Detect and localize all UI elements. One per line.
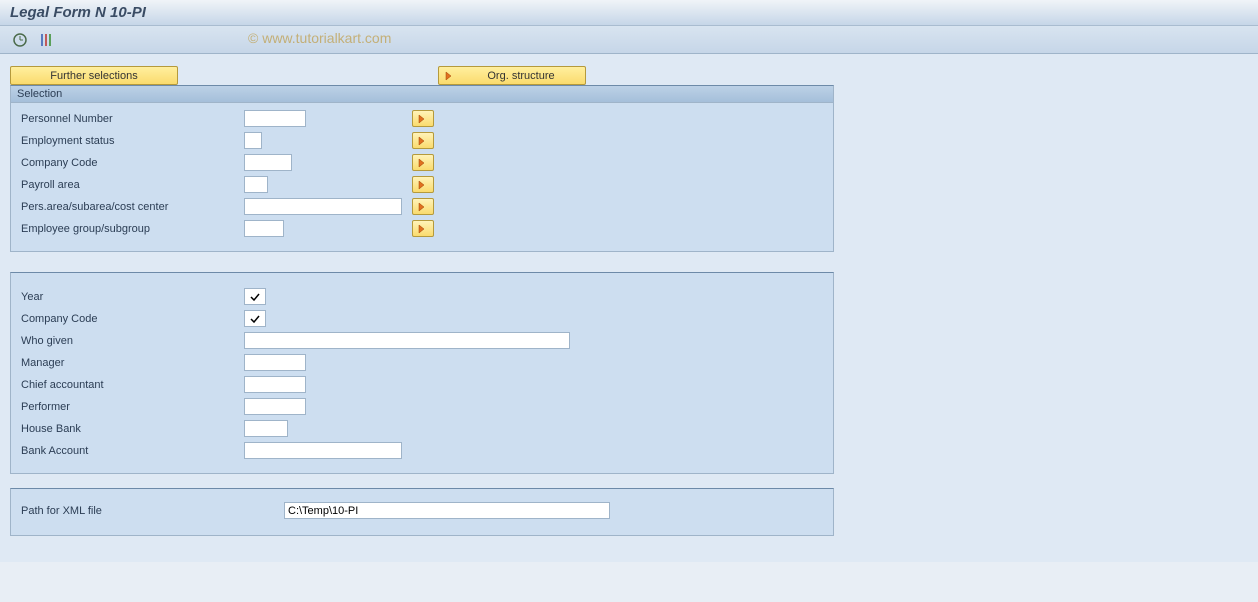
window-title-bar: Legal Form N 10-PI bbox=[0, 0, 1258, 26]
xml-path-row: Path for XML file bbox=[19, 501, 825, 520]
payroll-area-row: Payroll area bbox=[19, 175, 825, 194]
who-given-row: Who given bbox=[19, 331, 825, 350]
application-toolbar: © www.tutorialkart.com bbox=[0, 26, 1258, 54]
further-selections-label: Further selections bbox=[50, 70, 137, 82]
param-company-code-label: Company Code bbox=[19, 313, 244, 325]
employee-group-row: Employee group/subgroup bbox=[19, 219, 825, 238]
arrow-right-icon bbox=[418, 136, 428, 146]
pers-area-row: Pers.area/subarea/cost center bbox=[19, 197, 825, 216]
employee-group-label: Employee group/subgroup bbox=[19, 223, 244, 235]
house-bank-row: House Bank bbox=[19, 419, 825, 438]
manager-label: Manager bbox=[19, 357, 244, 369]
watermark-text: © www.tutorialkart.com bbox=[248, 30, 391, 46]
arrow-right-icon bbox=[418, 224, 428, 234]
payroll-area-label: Payroll area bbox=[19, 179, 244, 191]
xml-path-label: Path for XML file bbox=[19, 505, 284, 517]
company-code-multiselect[interactable] bbox=[412, 154, 434, 171]
pers-area-label: Pers.area/subarea/cost center bbox=[19, 201, 244, 213]
company-code-input[interactable] bbox=[244, 154, 292, 171]
xml-path-input[interactable] bbox=[284, 502, 610, 519]
bank-account-input[interactable] bbox=[244, 442, 402, 459]
year-row: Year bbox=[19, 287, 825, 306]
employment-status-label: Employment status bbox=[19, 135, 244, 147]
check-icon bbox=[250, 314, 260, 324]
performer-input[interactable] bbox=[244, 398, 306, 415]
performer-label: Performer bbox=[19, 401, 244, 413]
payroll-area-input[interactable] bbox=[244, 176, 268, 193]
param-company-code-checkbox[interactable] bbox=[244, 310, 266, 327]
personnel-number-label: Personnel Number bbox=[19, 113, 244, 125]
personnel-number-row: Personnel Number bbox=[19, 109, 825, 128]
company-code-row: Company Code bbox=[19, 153, 825, 172]
personnel-number-input[interactable] bbox=[244, 110, 306, 127]
arrow-right-icon bbox=[418, 180, 428, 190]
xml-group: Path for XML file bbox=[10, 488, 834, 536]
top-button-row: Further selections Org. structure bbox=[10, 66, 1248, 85]
org-structure-button[interactable]: Org. structure bbox=[438, 66, 586, 85]
manager-row: Manager bbox=[19, 353, 825, 372]
house-bank-input[interactable] bbox=[244, 420, 288, 437]
company-code-label: Company Code bbox=[19, 157, 244, 169]
main-content: Further selections Org. structure Select… bbox=[0, 54, 1258, 562]
variant-icon[interactable] bbox=[36, 31, 56, 49]
employee-group-input[interactable] bbox=[244, 220, 284, 237]
bank-account-row: Bank Account bbox=[19, 441, 825, 460]
selection-group: Selection Personnel Number Employment st… bbox=[10, 85, 834, 252]
year-label: Year bbox=[19, 291, 244, 303]
chief-accountant-row: Chief accountant bbox=[19, 375, 825, 394]
manager-input[interactable] bbox=[244, 354, 306, 371]
arrow-right-icon bbox=[418, 158, 428, 168]
org-structure-label: Org. structure bbox=[465, 70, 577, 82]
pers-area-input[interactable] bbox=[244, 198, 402, 215]
arrow-right-icon bbox=[418, 202, 428, 212]
further-selections-button[interactable]: Further selections bbox=[10, 66, 178, 85]
page-title: Legal Form N 10-PI bbox=[10, 4, 146, 21]
selection-group-header: Selection bbox=[11, 86, 833, 103]
employment-status-multiselect[interactable] bbox=[412, 132, 434, 149]
chief-accountant-input[interactable] bbox=[244, 376, 306, 393]
bank-account-label: Bank Account bbox=[19, 445, 244, 457]
who-given-label: Who given bbox=[19, 335, 244, 347]
chief-accountant-label: Chief accountant bbox=[19, 379, 244, 391]
parameters-group: Year Company Code Who given Manager bbox=[10, 272, 834, 474]
year-checkbox[interactable] bbox=[244, 288, 266, 305]
execute-icon[interactable] bbox=[10, 31, 30, 49]
param-company-code-row: Company Code bbox=[19, 309, 825, 328]
house-bank-label: House Bank bbox=[19, 423, 244, 435]
employee-group-multiselect[interactable] bbox=[412, 220, 434, 237]
who-given-input[interactable] bbox=[244, 332, 570, 349]
pers-area-multiselect[interactable] bbox=[412, 198, 434, 215]
employment-status-input[interactable] bbox=[244, 132, 262, 149]
payroll-area-multiselect[interactable] bbox=[412, 176, 434, 193]
arrow-right-icon bbox=[445, 71, 455, 81]
personnel-number-multiselect[interactable] bbox=[412, 110, 434, 127]
employment-status-row: Employment status bbox=[19, 131, 825, 150]
performer-row: Performer bbox=[19, 397, 825, 416]
arrow-right-icon bbox=[418, 114, 428, 124]
check-icon bbox=[250, 292, 260, 302]
